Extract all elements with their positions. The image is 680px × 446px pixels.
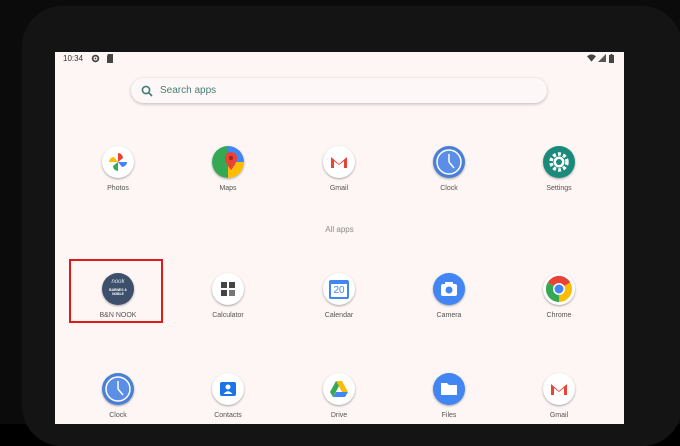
app-files[interactable]: Files	[402, 363, 496, 424]
settings-gear-icon	[543, 146, 575, 178]
all-apps-heading: All apps	[325, 225, 354, 234]
app-clock[interactable]: Clock	[402, 136, 496, 206]
app-calculator[interactable]: Calculator	[181, 263, 275, 333]
app-drive[interactable]: Drive	[292, 363, 386, 424]
app-label: Settings	[546, 185, 572, 192]
photos-icon	[102, 146, 134, 178]
folder-icon	[433, 373, 465, 405]
search-bar[interactable]: Search apps	[131, 78, 547, 103]
app-label: Photos	[107, 185, 129, 192]
app-calendar[interactable]: 20 Calendar	[292, 263, 386, 333]
app-clock-2[interactable]: Clock	[71, 363, 165, 424]
clock-icon	[433, 146, 465, 178]
status-time: 10:34	[63, 54, 84, 63]
camera-icon	[433, 273, 465, 305]
app-drawer-screen: 10:34 Search apps Photos Maps Gmail Cloc…	[55, 52, 624, 424]
status-bar: 10:34	[55, 52, 624, 66]
calendar-day: 20	[331, 284, 347, 297]
app-camera[interactable]: Camera	[402, 263, 496, 333]
wifi-icon	[587, 54, 596, 64]
app-label: Contacts	[214, 412, 242, 419]
maps-icon	[212, 146, 244, 178]
chrome-icon	[543, 273, 575, 305]
app-gmail[interactable]: Gmail	[292, 136, 386, 206]
app-label: Camera	[436, 312, 462, 319]
app-label: Gmail	[549, 412, 569, 419]
clock-icon	[102, 373, 134, 405]
search-icon	[141, 84, 153, 102]
app-label: Calendar	[324, 312, 354, 319]
app-label: Maps	[219, 185, 237, 192]
app-label: Files	[441, 412, 457, 419]
app-label: Chrome	[546, 312, 572, 319]
contacts-icon	[212, 373, 244, 405]
signal-icon	[598, 54, 606, 64]
app-settings[interactable]: Settings	[512, 136, 606, 206]
app-chrome[interactable]: Chrome	[512, 263, 606, 333]
gmail-icon	[543, 373, 575, 405]
app-contacts[interactable]: Contacts	[181, 363, 275, 424]
calendar-icon: 20	[323, 273, 355, 305]
app-label: Clock	[109, 412, 127, 419]
app-maps[interactable]: Maps	[181, 136, 275, 206]
app-photos[interactable]: Photos	[71, 136, 165, 206]
drive-icon	[323, 373, 355, 405]
app-label: Calculator	[212, 312, 244, 319]
app-label: Clock	[440, 185, 458, 192]
gmail-icon	[323, 146, 355, 178]
sd-card-icon	[107, 54, 114, 65]
gear-icon	[91, 54, 100, 65]
app-label: Drive	[330, 412, 348, 419]
app-label: Gmail	[329, 185, 349, 192]
battery-icon	[609, 54, 614, 65]
calculator-icon	[212, 273, 244, 305]
search-placeholder: Search apps	[160, 85, 217, 96]
app-gmail-2[interactable]: Gmail	[512, 363, 606, 424]
selection-highlight	[69, 259, 163, 323]
